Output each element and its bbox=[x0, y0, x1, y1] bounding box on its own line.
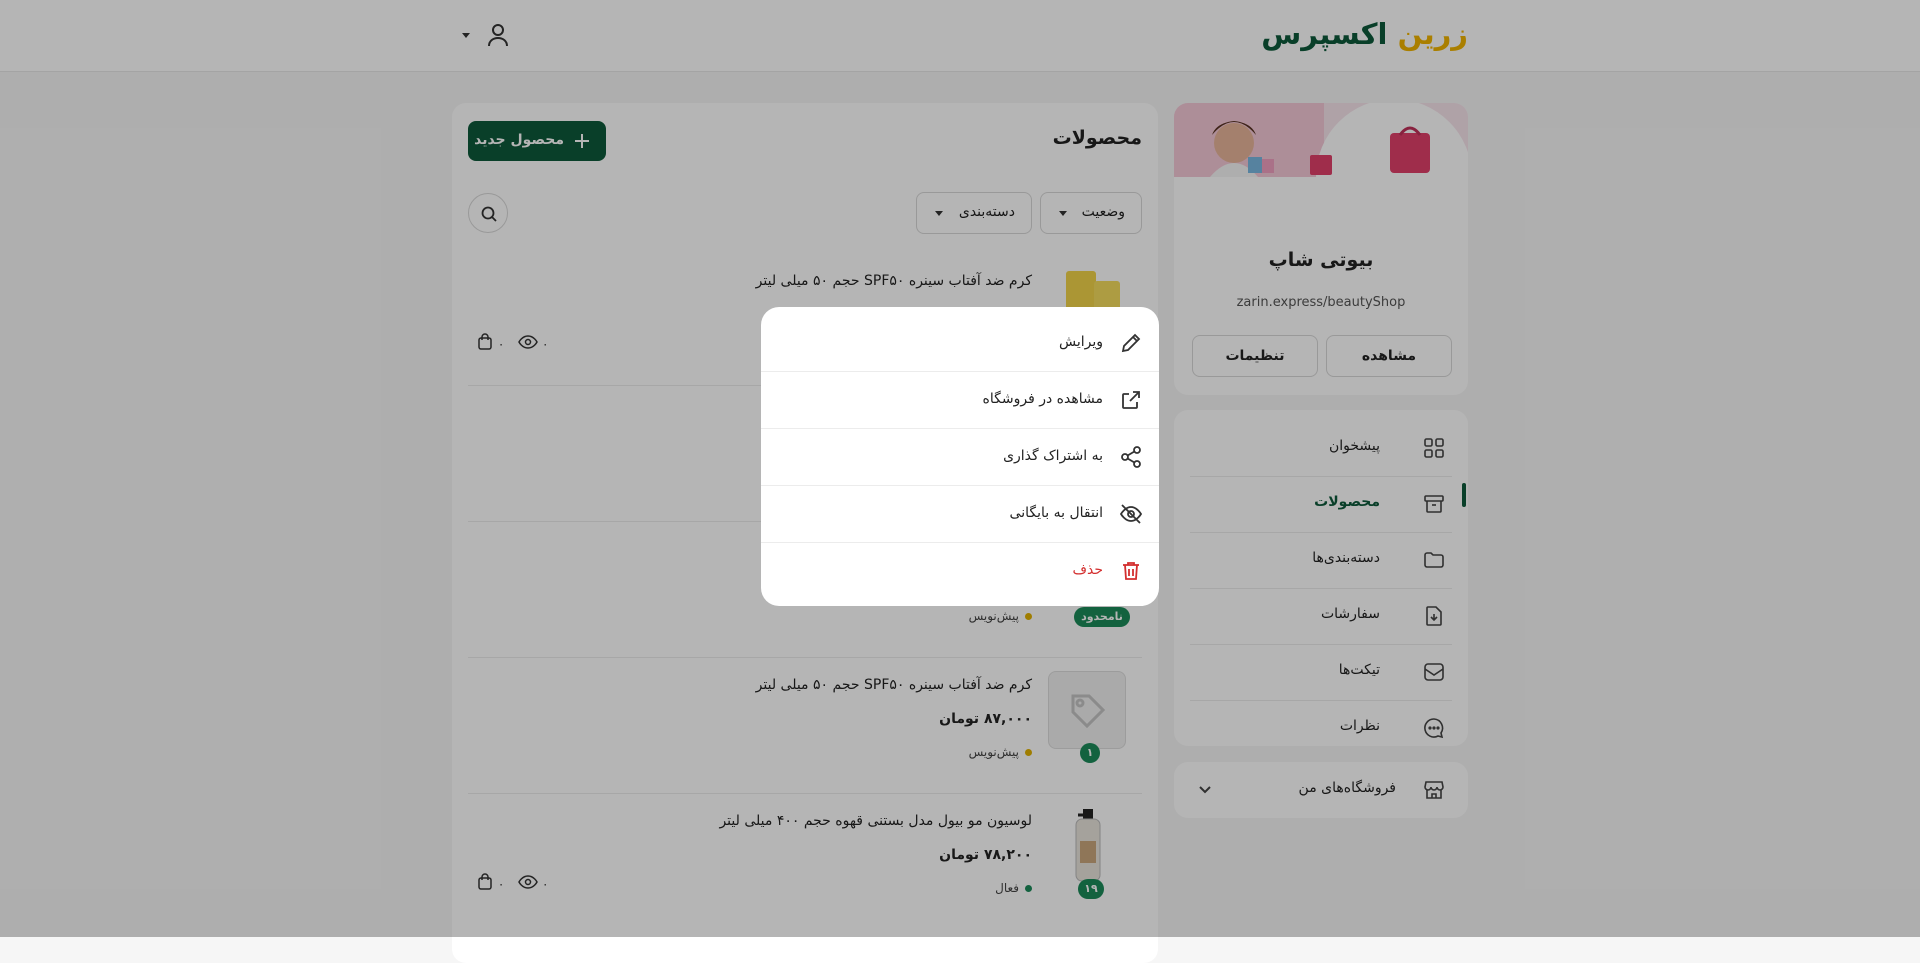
menu-item-label: حذف bbox=[1072, 562, 1103, 578]
menu-item-label: به اشتراک گذاری bbox=[1003, 448, 1103, 464]
menu-item-label: ویرایش bbox=[1058, 334, 1103, 350]
menu-item-label: انتقال به بایگانی bbox=[1009, 505, 1103, 521]
eye-off-icon bbox=[1119, 502, 1143, 526]
menu-item-share[interactable]: به اشتراک گذاری bbox=[761, 429, 1159, 486]
menu-item-delete[interactable]: حذف bbox=[761, 543, 1159, 600]
external-link-icon bbox=[1119, 388, 1143, 412]
menu-item-edit[interactable]: ویرایش bbox=[761, 315, 1159, 372]
share-icon bbox=[1119, 445, 1143, 469]
product-actions-menu: ویرایش مشاهده در فروشگاه به اشتراک گذاری… bbox=[761, 307, 1159, 606]
menu-item-archive[interactable]: انتقال به بایگانی bbox=[761, 486, 1159, 543]
pencil-icon bbox=[1119, 331, 1143, 355]
menu-item-view-in-store[interactable]: مشاهده در فروشگاه bbox=[761, 372, 1159, 429]
trash-icon bbox=[1119, 559, 1143, 583]
menu-item-label: مشاهده در فروشگاه bbox=[982, 391, 1103, 407]
